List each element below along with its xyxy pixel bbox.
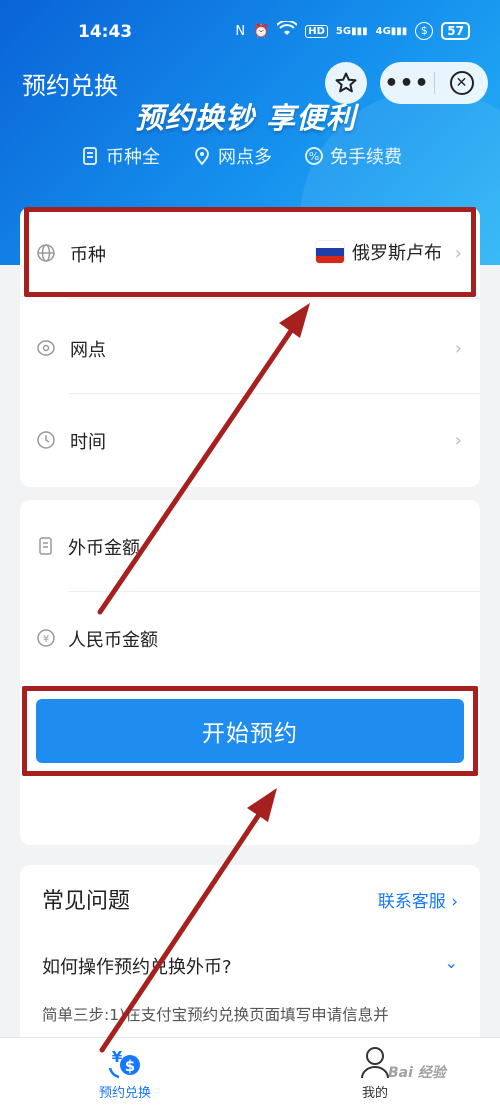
tab-exchange-label: 预约兑换 [98, 1086, 151, 1101]
more-button[interactable]: ••• [380, 71, 434, 96]
faq-title: 常见问题 [42, 889, 131, 914]
signal-5g-label: 5G [335, 25, 352, 37]
amount-card: 外币金额 ¥ 人民币金额 开始预约 [20, 500, 480, 845]
nfc-icon: N [235, 23, 246, 39]
status-bar: 14:43 N ⏰ HD 5G▮▮▮ 4G▮▮▮ $ 57 [0, 0, 500, 52]
rmb-amount-row[interactable]: ¥ 人民币金额 [20, 592, 480, 684]
status-icons: N ⏰ HD 5G▮▮▮ 4G▮▮▮ $ 57 [235, 19, 470, 41]
branch-label: 网点 [70, 340, 106, 361]
close-icon: ✕ [449, 71, 474, 95]
chevron-right-icon: › [454, 243, 462, 264]
shield-icon: $ [415, 22, 434, 40]
branch-row[interactable]: 网点 › [20, 302, 480, 394]
currency-value-text: 俄罗斯卢布 [352, 243, 442, 264]
feature-label: 币种全 [106, 147, 160, 168]
banknote-icon [39, 537, 52, 555]
feature-label: 免手续费 [330, 147, 402, 168]
faq-answer: 简单三步:1)在支付宝预约兑换页面填写申请信息并 [42, 1006, 389, 1024]
currency-row[interactable]: 币种 俄罗斯卢布 › [20, 207, 480, 299]
currency-value: 俄罗斯卢布 [316, 239, 442, 265]
selection-card: 币种 俄罗斯卢布 › 网点 › 时间 › [20, 207, 480, 487]
wifi-icon [276, 19, 298, 41]
hd-icon: HD [305, 24, 328, 38]
globe-icon [37, 244, 55, 262]
yuan-icon: ¥ [37, 629, 55, 647]
mini-program-capsule: ••• ✕ [380, 62, 488, 104]
battery-icon: 57 [441, 22, 470, 40]
feature-list: 币种全 网点多 % 免手续费 [80, 143, 402, 169]
percent-icon: % [305, 147, 323, 165]
svg-text:¥: ¥ [43, 634, 49, 645]
feature-item: 币种全 [80, 143, 160, 169]
time-label: 时间 [70, 432, 106, 453]
svg-text:$: $ [125, 1057, 135, 1075]
alarm-icon: ⏰ [253, 23, 270, 39]
card-icon [83, 147, 97, 165]
status-time: 14:43 [78, 22, 133, 42]
location-icon [37, 340, 55, 356]
clock-icon [37, 431, 55, 449]
currency-label: 币种 [70, 245, 106, 266]
chevron-right-icon: › [454, 338, 462, 359]
signal-4g-label: 4G [375, 25, 391, 37]
foreign-amount-label: 外币金额 [68, 538, 140, 559]
contact-support-link[interactable]: 联系客服 › [378, 887, 458, 912]
start-booking-button[interactable]: 开始预约 [36, 699, 464, 763]
chevron-right-icon: › [454, 430, 462, 451]
faq-card: 常见问题 联系客服 › 如何操作预约兑换外币? ⌄ 简单三步:1)在支付宝预约兑… [20, 865, 480, 1065]
page-title: 预约兑换 [22, 72, 118, 100]
svg-text:%: % [309, 150, 319, 163]
feature-label: 网点多 [218, 147, 272, 168]
close-button[interactable]: ✕ [435, 71, 488, 95]
chevron-right-icon: › [451, 892, 458, 912]
contact-support-label: 联系客服 [377, 892, 446, 912]
russia-flag-icon [316, 241, 344, 263]
signal-5g-icon: 5G▮▮▮ [335, 25, 368, 37]
tab-mine-label: 我的 [361, 1086, 388, 1101]
location-icon [195, 147, 209, 166]
feature-item: % 免手续费 [304, 143, 402, 169]
rmb-amount-label: 人民币金额 [68, 630, 158, 651]
time-row[interactable]: 时间 › [20, 394, 480, 486]
tab-exchange[interactable]: ¥ $ 预约兑换 [75, 1044, 175, 1101]
signal-4g-icon: 4G▮▮▮ [375, 25, 408, 37]
chevron-down-icon[interactable]: ⌄ [445, 953, 458, 972]
star-icon [335, 72, 357, 93]
slogan: 预约换钞 享便利 [135, 101, 357, 135]
feature-item: 网点多 [192, 143, 272, 169]
currency-exchange-icon: ¥ $ [108, 1048, 140, 1079]
divider [68, 298, 480, 299]
faq-question[interactable]: 如何操作预约兑换外币? [42, 953, 232, 979]
foreign-amount-row[interactable]: 外币金额 [20, 500, 480, 592]
watermark: Bai 经验 [388, 1065, 446, 1081]
